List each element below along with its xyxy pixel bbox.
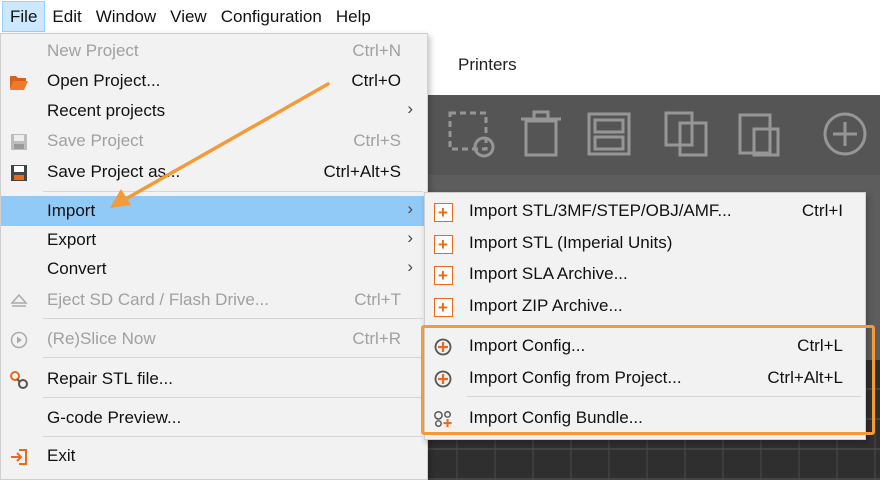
save-as-icon bbox=[9, 163, 29, 183]
menu-configuration[interactable]: Configuration bbox=[214, 1, 329, 32]
menu-item-save-project[interactable]: Save Project Ctrl+S bbox=[1, 126, 427, 156]
menu-item-label: Eject SD Card / Flash Drive... bbox=[47, 290, 270, 309]
menu-item-label: Import SLA Archive... bbox=[469, 264, 628, 283]
import-plus-icon: + bbox=[433, 202, 453, 222]
import-config-icon bbox=[433, 337, 453, 357]
menu-item-label: Import bbox=[47, 201, 96, 220]
shortcut-label: Ctrl+S bbox=[353, 131, 401, 150]
shortcut-label: Ctrl+O bbox=[351, 71, 401, 90]
menu-item-import[interactable]: Import › bbox=[1, 196, 427, 226]
menu-file[interactable]: File bbox=[2, 1, 46, 32]
menu-window[interactable]: Window bbox=[89, 1, 163, 32]
menu-item-import-stl-imperial[interactable]: + Import STL (Imperial Units) bbox=[425, 228, 865, 258]
menu-item-label: Repair STL file... bbox=[47, 369, 173, 388]
menu-bar: File Edit Window View Configuration Help bbox=[0, 0, 880, 33]
chevron-right-icon: › bbox=[407, 257, 413, 276]
import-plus-icon: + bbox=[433, 297, 453, 317]
menu-item-export[interactable]: Export › bbox=[1, 225, 427, 255]
menu-item-label: Open Project... bbox=[47, 71, 161, 90]
shortcut-label: Ctrl+I bbox=[801, 201, 843, 220]
menu-item-label: New Project bbox=[47, 41, 139, 60]
menu-item-import-config-bundle[interactable]: Import Config Bundle... bbox=[425, 403, 865, 433]
menu-separator bbox=[467, 327, 861, 328]
menu-item-import-config[interactable]: Import Config... Ctrl+L bbox=[425, 331, 865, 361]
menu-separator bbox=[43, 436, 423, 437]
tab-printers[interactable]: Printers bbox=[458, 55, 517, 75]
menu-item-label: Export bbox=[47, 230, 97, 249]
import-config-icon bbox=[433, 369, 453, 389]
save-icon bbox=[9, 132, 29, 152]
exit-icon bbox=[9, 447, 29, 467]
add-instance-icon[interactable] bbox=[820, 109, 870, 159]
copy-icon[interactable] bbox=[662, 109, 712, 159]
arrange-icon[interactable] bbox=[446, 109, 496, 159]
menu-separator bbox=[43, 357, 423, 358]
import-plus-icon: + bbox=[433, 234, 453, 254]
menu-item-import-stl[interactable]: + Import STL/3MF/STEP/OBJ/AMF... Ctrl+I bbox=[425, 196, 865, 226]
menu-item-repair-stl[interactable]: Repair STL file... bbox=[1, 364, 427, 394]
menu-item-label: Import STL (Imperial Units) bbox=[469, 233, 673, 252]
chevron-right-icon: › bbox=[407, 228, 413, 247]
chevron-right-icon: › bbox=[407, 199, 413, 218]
menu-separator bbox=[43, 318, 423, 319]
shortcut-label: Ctrl+L bbox=[797, 336, 843, 355]
menu-item-label: Import ZIP Archive... bbox=[469, 296, 623, 315]
play-icon bbox=[9, 330, 29, 350]
menu-item-label: Import STL/3MF/STEP/OBJ/AMF... bbox=[469, 201, 732, 220]
menu-item-import-sla[interactable]: + Import SLA Archive... bbox=[425, 259, 865, 289]
menu-item-label: Import Config... bbox=[469, 336, 586, 355]
menu-item-label: Save Project as... bbox=[47, 162, 181, 181]
menu-view[interactable]: View bbox=[163, 1, 214, 32]
menu-item-gcode-preview[interactable]: G-code Preview... bbox=[1, 403, 427, 433]
chevron-right-icon: › bbox=[407, 99, 413, 118]
delete-icon[interactable] bbox=[516, 109, 566, 159]
menu-item-exit[interactable]: Exit bbox=[1, 441, 427, 471]
menu-item-label: Convert bbox=[47, 259, 107, 278]
menu-item-open-project[interactable]: Open Project... Ctrl+O bbox=[1, 66, 427, 96]
menu-item-label: Recent projects bbox=[47, 101, 166, 120]
menu-item-eject[interactable]: Eject SD Card / Flash Drive... Ctrl+T bbox=[1, 285, 427, 315]
menu-separator bbox=[43, 191, 423, 192]
menu-item-import-config-project[interactable]: Import Config from Project... Ctrl+Alt+L bbox=[425, 363, 865, 393]
menu-item-label: Save Project bbox=[47, 131, 144, 150]
menu-separator bbox=[43, 397, 423, 398]
menu-item-label: (Re)Slice Now bbox=[47, 329, 156, 348]
import-bundle-icon bbox=[433, 409, 453, 429]
menu-item-label: Import Config Bundle... bbox=[469, 408, 643, 427]
menu-item-label: Exit bbox=[47, 446, 76, 465]
shortcut-label: Ctrl+Alt+L bbox=[767, 368, 843, 387]
paste-icon[interactable] bbox=[734, 109, 784, 159]
import-plus-icon: + bbox=[433, 265, 453, 285]
menu-item-label: G-code Preview... bbox=[47, 408, 182, 427]
menu-item-reslice[interactable]: (Re)Slice Now Ctrl+R bbox=[1, 324, 427, 354]
shortcut-label: Ctrl+N bbox=[352, 41, 401, 60]
menu-edit[interactable]: Edit bbox=[45, 1, 88, 32]
shortcut-label: Ctrl+T bbox=[354, 290, 401, 309]
eject-icon bbox=[9, 291, 29, 311]
menu-item-label: Import Config from Project... bbox=[469, 368, 682, 387]
folder-open-icon bbox=[9, 72, 29, 92]
menu-item-new-project[interactable]: New Project Ctrl+N bbox=[1, 36, 427, 66]
menu-item-import-zip[interactable]: + Import ZIP Archive... bbox=[425, 291, 865, 321]
shortcut-label: Ctrl+Alt+S bbox=[323, 162, 401, 181]
shortcut-label: Ctrl+R bbox=[352, 329, 401, 348]
menu-help[interactable]: Help bbox=[329, 1, 378, 32]
menu-item-save-project-as[interactable]: Save Project as... Ctrl+Alt+S bbox=[1, 157, 427, 187]
menu-item-convert[interactable]: Convert › bbox=[1, 254, 427, 284]
menu-item-recent-projects[interactable]: Recent projects › bbox=[1, 96, 427, 126]
delete-all-icon[interactable] bbox=[584, 109, 634, 159]
import-submenu: + Import STL/3MF/STEP/OBJ/AMF... Ctrl+I … bbox=[424, 192, 866, 440]
repair-icon bbox=[9, 370, 29, 390]
file-menu: New Project Ctrl+N Open Project... Ctrl+… bbox=[0, 33, 428, 480]
menu-separator bbox=[467, 396, 861, 397]
